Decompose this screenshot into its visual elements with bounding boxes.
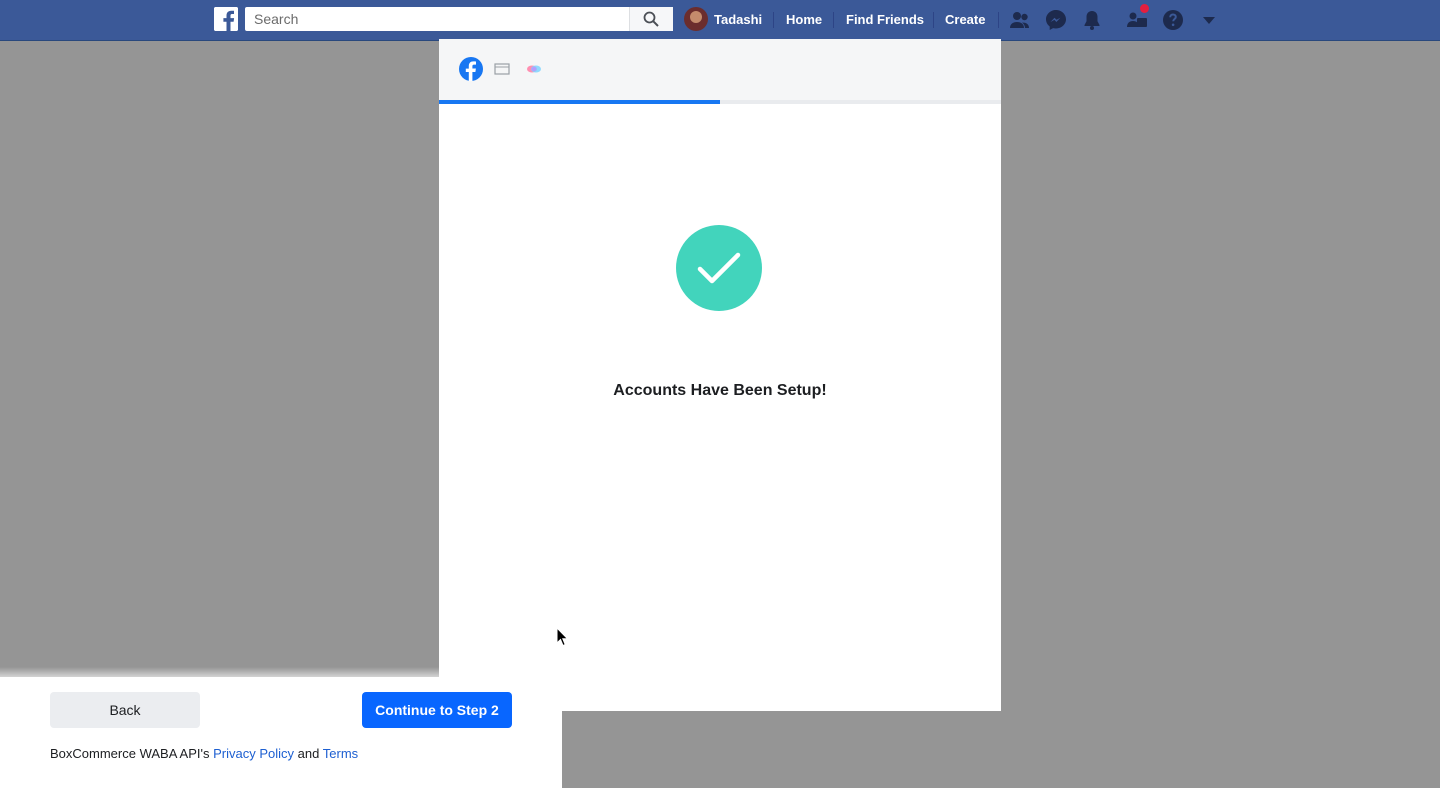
business-manager-icon bbox=[494, 63, 510, 75]
nav-find-friends-link[interactable]: Find Friends bbox=[846, 12, 924, 27]
setup-progress-fill bbox=[439, 100, 720, 104]
continue-button[interactable]: Continue to Step 2 bbox=[362, 692, 512, 728]
profile-link[interactable]: Tadashi bbox=[684, 6, 762, 32]
nav-divider bbox=[773, 12, 774, 28]
search-button[interactable] bbox=[629, 7, 673, 31]
waba-icon bbox=[527, 65, 541, 73]
policy-footer: BoxCommerce WABA API's Privacy Policy an… bbox=[50, 746, 358, 761]
search-input[interactable] bbox=[245, 7, 628, 31]
help-icon[interactable] bbox=[1161, 8, 1185, 32]
setup-progress-bar bbox=[439, 100, 1001, 104]
mouse-cursor-icon bbox=[556, 627, 569, 647]
back-button[interactable]: Back bbox=[50, 692, 200, 728]
notification-badge bbox=[1140, 4, 1149, 13]
avatar bbox=[684, 7, 708, 31]
nav-create-link[interactable]: Create bbox=[945, 12, 985, 27]
friend-requests-icon[interactable] bbox=[1008, 8, 1032, 32]
success-check-icon bbox=[676, 225, 762, 311]
terms-link[interactable]: Terms bbox=[323, 746, 358, 761]
messenger-icon[interactable] bbox=[1044, 8, 1068, 32]
facebook-icon bbox=[459, 57, 483, 81]
nav-home-link[interactable]: Home bbox=[786, 12, 822, 27]
nav-divider bbox=[998, 12, 999, 28]
facebook-logo-icon[interactable] bbox=[214, 7, 238, 31]
bottom-action-panel: Back Continue to Step 2 BoxCommerce WABA… bbox=[0, 677, 562, 788]
policy-prefix: BoxCommerce WABA API's bbox=[50, 746, 210, 761]
search-icon bbox=[643, 11, 659, 27]
top-navigation-bar: Tadashi Home Find Friends Create bbox=[0, 0, 1440, 41]
nav-divider bbox=[933, 12, 934, 28]
account-dropdown-icon[interactable] bbox=[1197, 8, 1221, 32]
setup-complete-title: Accounts Have Been Setup! bbox=[613, 382, 827, 399]
policy-and: and bbox=[297, 746, 320, 761]
notifications-icon[interactable] bbox=[1080, 8, 1104, 32]
profile-name: Tadashi bbox=[714, 11, 763, 27]
privacy-policy-link[interactable]: Privacy Policy bbox=[213, 746, 294, 761]
search-box bbox=[245, 7, 673, 31]
dialog-header bbox=[439, 39, 1001, 100]
setup-dialog: Accounts Have Been Setup! bbox=[439, 39, 1001, 711]
nav-divider bbox=[833, 12, 834, 28]
